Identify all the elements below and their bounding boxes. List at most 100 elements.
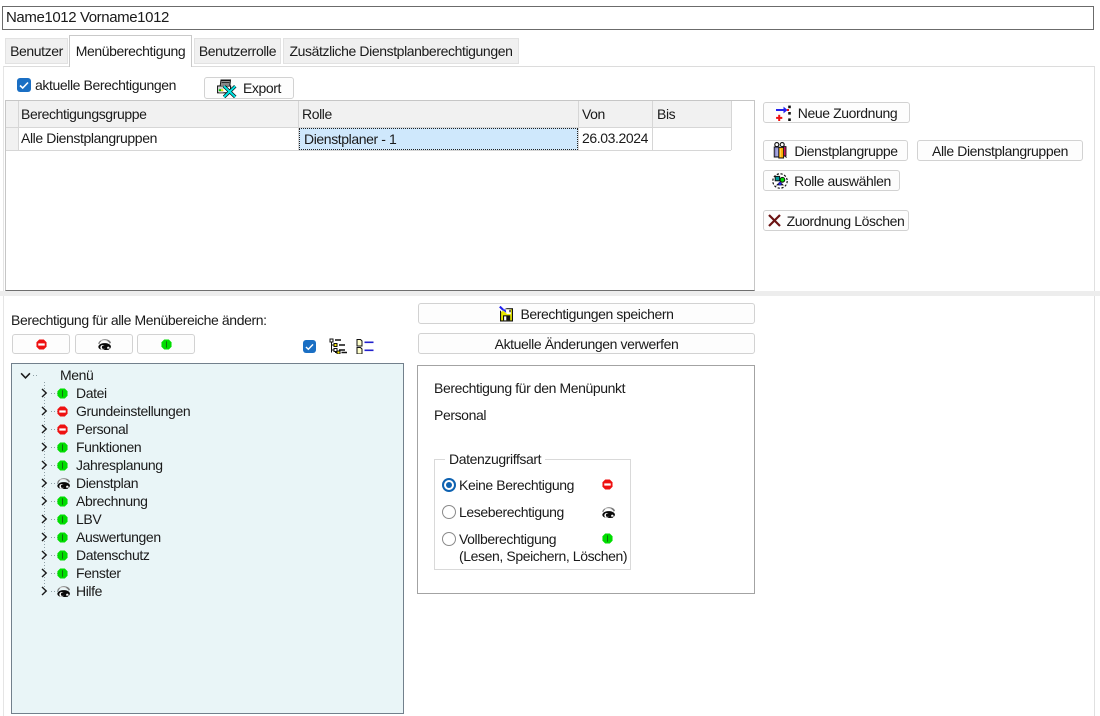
set-all-read-permission-button[interactable]	[75, 334, 133, 354]
chevron-right-icon[interactable]	[39, 442, 49, 452]
checkmark-icon	[305, 343, 314, 351]
permission-icon	[57, 424, 68, 435]
save-permissions-button[interactable]: Berechtigungen speichern	[418, 303, 755, 324]
tab-benutzer[interactable]: Benutzer	[5, 38, 68, 64]
tree-item-label: Hilfe	[76, 582, 102, 600]
tree-item-datenschutz[interactable]: Datenschutz	[12, 546, 403, 564]
tab-zusaetzliche-dienstplanberechtigungen[interactable]: Zusätzliche Dienstplanberechtigungen	[283, 38, 519, 64]
rolle-auswaehlen-button[interactable]: Rolle auswählen	[763, 170, 900, 191]
tree-item-funktionen[interactable]: Funktionen	[12, 438, 403, 456]
radio-label-leseberechtigung: Leseberechtigung	[459, 505, 564, 519]
tree-item-abrechnung[interactable]: Abrechnung	[12, 492, 403, 510]
full-permission-icon	[602, 533, 613, 544]
permission-icon	[57, 550, 68, 561]
export-button[interactable]: Export	[204, 77, 294, 99]
tab-benutzerrolle[interactable]: Benutzerrolle	[194, 38, 281, 64]
tree-item-lbv[interactable]: LBV	[12, 510, 403, 528]
permission-icon	[57, 406, 68, 417]
permission-icon	[57, 478, 70, 489]
splitter[interactable]	[0, 291, 1100, 296]
tree-filter-checkbox[interactable]	[303, 340, 316, 353]
full-permission-icon	[161, 339, 172, 350]
chevron-right-icon[interactable]	[39, 388, 49, 398]
permission-icon	[57, 496, 68, 507]
gridline-horizontal	[6, 150, 731, 151]
tree-item-label: Abrechnung	[76, 492, 148, 510]
tree-root-label: Menü	[60, 366, 93, 384]
cell-rolle-selected[interactable]: Dienstplaner - 1	[299, 128, 578, 150]
rolle-auswaehlen-label: Rolle auswählen	[794, 173, 891, 189]
column-header-berechtigungsgruppe[interactable]: Berechtigungsgruppe	[21, 101, 147, 127]
tree-item-label: Dienstplan	[76, 474, 138, 492]
tree-item-label: Funktionen	[76, 438, 141, 456]
list-view-icon[interactable]	[356, 339, 374, 354]
tree-connector-stub	[33, 375, 38, 376]
tree-item-personal[interactable]: Personal	[12, 420, 403, 438]
tree-item-label: Auswertungen	[76, 528, 161, 546]
cell-berechtigungsgruppe[interactable]: Alle Dienstplangruppen	[21, 127, 157, 150]
neue-zuordnung-button[interactable]: Neue Zuordnung	[763, 102, 910, 123]
menu-permission-tree[interactable]: Menü Datei Grundeinstellungen Personal F…	[11, 363, 404, 714]
chevron-right-icon[interactable]	[39, 568, 49, 578]
tree-root-menu[interactable]: Menü	[12, 366, 403, 384]
no-permission-icon	[36, 339, 47, 350]
tab-menueberechtigung[interactable]: Menüberechtigung	[69, 35, 192, 67]
tree-item-hilfe[interactable]: Hilfe	[12, 582, 403, 600]
permission-icon	[57, 388, 68, 399]
zuordnung-loeschen-label: Zuordnung Löschen	[787, 213, 905, 229]
dienstplangruppe-button[interactable]: Dienstplangruppe	[763, 140, 908, 161]
tree-item-dienstplan[interactable]: Dienstplan	[12, 474, 403, 492]
alle-dienstplangruppen-label: Alle Dienstplangruppen	[932, 143, 1068, 159]
chevron-down-icon[interactable]	[20, 370, 31, 381]
zuordnung-loeschen-button[interactable]: Zuordnung Löschen	[763, 210, 909, 231]
tree-item-datei[interactable]: Datei	[12, 384, 403, 402]
tree-item-label: LBV	[76, 510, 101, 528]
permission-icon	[57, 442, 68, 453]
read-permission-icon	[602, 507, 615, 518]
chevron-right-icon[interactable]	[39, 532, 49, 542]
alle-dienstplangruppen-button[interactable]: Alle Dienstplangruppen	[917, 140, 1083, 161]
chevron-right-icon[interactable]	[39, 406, 49, 416]
tree-item-grundeinstellungen[interactable]: Grundeinstellungen	[12, 402, 403, 420]
column-header-rolle[interactable]: Rolle	[302, 101, 332, 127]
checkmark-icon	[19, 81, 29, 90]
tree-view-icon[interactable]	[329, 338, 348, 354]
row-header-cell[interactable]	[6, 127, 18, 150]
discard-changes-button[interactable]: Aktuelle Änderungen verwerfen	[418, 333, 755, 354]
chevron-right-icon[interactable]	[39, 478, 49, 488]
cell-von[interactable]: 26.03.2024	[582, 127, 648, 150]
tree-item-auswertungen[interactable]: Auswertungen	[12, 528, 403, 546]
radio-vollberechtigung[interactable]	[442, 532, 456, 546]
dienstplangruppe-label: Dienstplangruppe	[794, 143, 897, 159]
tree-item-jahresplanung[interactable]: Jahresplanung	[12, 456, 403, 474]
no-permission-icon	[602, 479, 613, 490]
save-icon	[499, 306, 514, 322]
set-all-full-permission-button[interactable]	[137, 334, 195, 354]
discard-button-label: Aktuelle Änderungen verwerfen	[495, 336, 679, 352]
tree-item-label: Datenschutz	[76, 546, 149, 564]
tree-item-fenster[interactable]: Fenster	[12, 564, 403, 582]
chevron-right-icon[interactable]	[39, 550, 49, 560]
tree-item-label: Grundeinstellungen	[76, 402, 190, 420]
permission-icon	[57, 460, 68, 471]
permission-icon	[57, 586, 70, 597]
groupbox-legend: Datenzugriffsart	[445, 451, 545, 467]
column-header-bis[interactable]: Bis	[657, 101, 675, 127]
radio-keine-berechtigung[interactable]	[442, 478, 456, 492]
name-input[interactable]: Name1012 Vorname1012	[2, 6, 1094, 30]
datenzugriffsart-groupbox: Datenzugriffsart Keine Berechtigung Lese…	[434, 459, 631, 570]
chevron-right-icon[interactable]	[39, 514, 49, 524]
tree-item-label: Fenster	[76, 564, 121, 582]
chevron-right-icon[interactable]	[39, 424, 49, 434]
radio-leseberechtigung[interactable]	[442, 505, 456, 519]
column-header-von[interactable]: Von	[582, 101, 605, 127]
tree-item-label: Personal	[76, 420, 128, 438]
permission-icon	[57, 532, 68, 543]
set-all-no-permission-button[interactable]	[12, 334, 70, 354]
chevron-right-icon[interactable]	[39, 460, 49, 470]
chevron-right-icon[interactable]	[39, 496, 49, 506]
permission-icon	[57, 514, 68, 525]
neue-zuordnung-label: Neue Zuordnung	[798, 105, 897, 121]
aktuelle-berechtigungen-checkbox[interactable]	[17, 78, 31, 92]
chevron-right-icon[interactable]	[39, 586, 49, 596]
